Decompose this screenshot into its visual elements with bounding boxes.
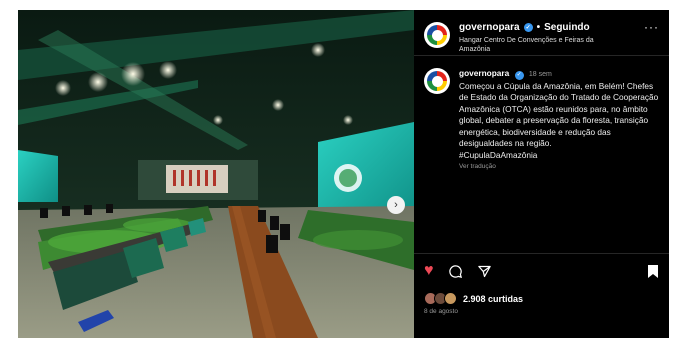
likes-row: 2.908 curtidas (424, 292, 523, 305)
post-sidebar: governopara ✓ • Seguindo Hangar Centro D… (414, 10, 669, 338)
translate-link[interactable]: Ver tradução (459, 161, 659, 173)
liker-avatars (424, 292, 457, 305)
conference-hall-image (18, 10, 414, 338)
divider (414, 253, 669, 254)
avatar (444, 292, 457, 305)
header-username[interactable]: governopara (459, 22, 520, 33)
post-header: governopara ✓ • Seguindo Hangar Centro D… (414, 10, 669, 56)
bookmark-icon[interactable] (647, 264, 659, 279)
instagram-post: › governopara ✓ • Seguindo Hangar Centro… (18, 10, 669, 338)
caption-text: Começou a Cúpula da Amazônia, em Belém! … (459, 80, 659, 149)
caption-hashtag[interactable]: #CupulaDaAmazônia (459, 150, 537, 160)
following-button[interactable]: Seguindo (544, 22, 590, 33)
next-image-button[interactable]: › (387, 196, 405, 214)
action-bar: ♥ (424, 260, 659, 282)
header-separator: • (536, 22, 541, 33)
chevron-right-icon: › (394, 199, 398, 211)
comment-icon[interactable] (448, 264, 463, 279)
post-photo[interactable]: › (18, 10, 414, 338)
share-icon[interactable] (477, 264, 492, 279)
more-options-icon[interactable]: ··· (644, 20, 659, 34)
post-time: 18 sem (528, 71, 552, 78)
post-date: 8 de agosto (424, 308, 458, 315)
heart-icon[interactable]: ♥ (424, 263, 434, 279)
caption-avatar[interactable] (424, 68, 450, 94)
verified-icon: ✓ (523, 23, 533, 32)
location-link[interactable]: Hangar Centro De Convenções e Feiras da … (459, 36, 609, 54)
caption: governopara ✓ 18 sem Começou a Cúpula da… (414, 56, 669, 173)
verified-icon: ✓ (514, 71, 524, 81)
caption-username[interactable]: governopara (459, 68, 509, 78)
avatar[interactable] (424, 22, 450, 48)
likes-count[interactable]: 2.908 curtidas (463, 294, 523, 304)
